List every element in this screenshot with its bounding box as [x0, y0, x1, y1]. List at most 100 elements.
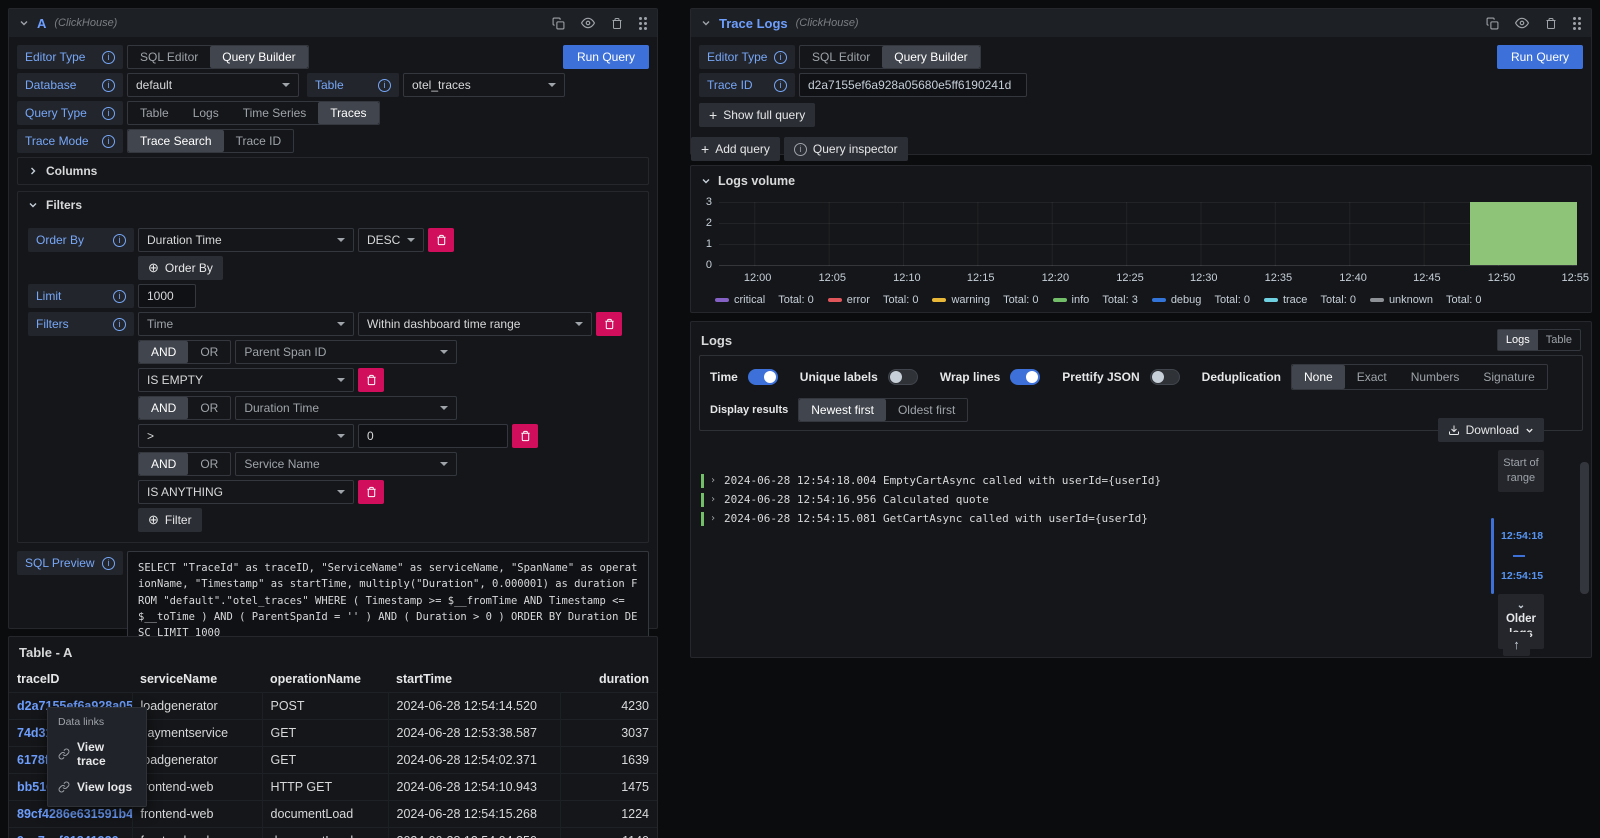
info-icon[interactable]	[102, 107, 115, 120]
wrap-lines-toggle[interactable]	[1010, 369, 1040, 385]
drag-handle-icon[interactable]	[639, 17, 647, 30]
info-icon[interactable]	[102, 79, 115, 92]
table-view-option[interactable]: Table	[1538, 330, 1580, 350]
database-select[interactable]: default	[127, 73, 299, 97]
filter-field-select[interactable]: Service Name	[235, 452, 457, 476]
prettify-json-toggle[interactable]	[1150, 369, 1180, 385]
legend-item[interactable]: debug Total: 0	[1152, 294, 1250, 306]
filters-section-header[interactable]: Filters	[18, 192, 648, 218]
query-builder-option[interactable]: Query Builder	[882, 46, 979, 68]
remove-filter-button[interactable]	[512, 424, 538, 448]
filter-operator-select[interactable]: >	[138, 424, 354, 448]
logs-view-option[interactable]: Logs	[1498, 330, 1538, 350]
drag-handle-icon[interactable]	[1573, 17, 1581, 30]
query-type-timeseries[interactable]: Time Series	[231, 102, 319, 124]
table-select[interactable]: otel_traces	[403, 73, 565, 97]
view-trace-menu-item[interactable]: View trace	[48, 734, 146, 774]
info-logs-bar[interactable]	[1470, 202, 1577, 265]
filter-operator-select[interactable]: IS EMPTY	[138, 368, 354, 392]
info-icon[interactable]	[113, 318, 126, 331]
legend-item[interactable]: warning Total: 0	[932, 294, 1038, 306]
info-icon[interactable]	[378, 79, 391, 92]
column-header[interactable]: traceID	[9, 666, 132, 693]
add-query-button[interactable]: Add query	[691, 137, 780, 161]
time-toggle[interactable]	[748, 369, 778, 385]
expand-chevron-icon[interactable]: ›	[710, 513, 718, 524]
logs-volume-chart[interactable]: 3 2 1 0 12:00 12:05 12:10 12:15 12:20 12…	[719, 202, 1577, 266]
query-type-logs[interactable]: Logs	[181, 102, 231, 124]
and-option[interactable]: AND	[139, 453, 188, 475]
filter-operator-select[interactable]: IS ANYTHING	[138, 480, 354, 504]
oldest-first-option[interactable]: Oldest first	[886, 399, 967, 421]
sql-editor-option[interactable]: SQL Editor	[128, 46, 210, 68]
and-option[interactable]: AND	[139, 341, 188, 363]
show-full-query-button[interactable]: Show full query	[699, 103, 815, 127]
legend-item[interactable]: error Total: 0	[828, 294, 919, 306]
logs-volume-header[interactable]: Logs volume	[691, 166, 1591, 188]
expand-chevron-icon[interactable]: ›	[710, 494, 718, 505]
trash-icon[interactable]	[1545, 17, 1557, 30]
trace-id-option[interactable]: Trace ID	[224, 130, 294, 152]
minimap-scrollbar[interactable]	[1580, 462, 1589, 594]
info-icon[interactable]	[113, 290, 126, 303]
scroll-to-top-button[interactable]: ↑	[1503, 632, 1530, 656]
order-by-field-select[interactable]: Duration Time	[138, 228, 354, 252]
dedup-exact[interactable]: Exact	[1345, 365, 1399, 389]
filter-field-select[interactable]: Parent Span ID	[235, 340, 457, 364]
download-button[interactable]: Download	[1438, 418, 1544, 442]
log-row[interactable]: › 2024-06-28 12:54:18.004 EmptyCartAsync…	[701, 471, 1481, 490]
eye-icon[interactable]	[581, 16, 595, 30]
column-header[interactable]: startTime	[388, 666, 560, 693]
collapse-chevron-icon[interactable]	[19, 18, 29, 28]
sql-editor-option[interactable]: SQL Editor	[800, 46, 882, 68]
column-header[interactable]: operationName	[262, 666, 388, 693]
expand-chevron-icon[interactable]: ›	[710, 475, 718, 486]
remove-filter-button[interactable]	[358, 368, 384, 392]
or-option[interactable]: OR	[188, 341, 230, 363]
or-option[interactable]: OR	[188, 397, 230, 419]
add-filter-button[interactable]: Filter	[138, 508, 202, 532]
copy-icon[interactable]	[552, 17, 565, 30]
view-logs-menu-item[interactable]: View logs	[48, 774, 146, 800]
trash-icon[interactable]	[611, 17, 623, 30]
remove-order-by-button[interactable]	[428, 228, 454, 252]
legend-item[interactable]: critical Total: 0	[715, 294, 814, 306]
run-query-button[interactable]: Run Query	[1497, 45, 1583, 69]
legend-item[interactable]: trace Total: 0	[1264, 294, 1356, 306]
columns-section-header[interactable]: Columns	[18, 158, 648, 184]
order-by-direction-select[interactable]: DESC	[358, 228, 424, 252]
trace-search-option[interactable]: Trace Search	[128, 130, 224, 152]
query-builder-option[interactable]: Query Builder	[210, 46, 307, 68]
copy-icon[interactable]	[1486, 17, 1499, 30]
query-inspector-button[interactable]: Query inspector	[784, 137, 908, 161]
limit-input[interactable]	[138, 284, 196, 308]
filter-field-select[interactable]: Duration Time	[235, 396, 457, 420]
or-option[interactable]: OR	[188, 453, 230, 475]
filter-time-field-select[interactable]: Time	[138, 312, 354, 336]
info-icon[interactable]	[113, 234, 126, 247]
newest-first-option[interactable]: Newest first	[799, 399, 886, 421]
filter-time-range-select[interactable]: Within dashboard time range	[358, 312, 592, 336]
column-header[interactable]: serviceName	[132, 666, 262, 693]
info-icon[interactable]	[102, 135, 115, 148]
add-order-by-button[interactable]: Order By	[138, 256, 223, 280]
log-row[interactable]: › 2024-06-28 12:54:16.956 Calculated quo…	[701, 490, 1481, 509]
trace-id-link[interactable]: 89cf4286e631591b4...	[17, 807, 132, 821]
eye-icon[interactable]	[1515, 16, 1529, 30]
info-icon[interactable]	[774, 79, 787, 92]
trace-id-link[interactable]: 9ae7acf61841926...	[17, 834, 129, 838]
and-option[interactable]: AND	[139, 397, 188, 419]
filter-value-input[interactable]	[358, 424, 508, 448]
info-icon[interactable]	[102, 557, 115, 570]
trace-id-input[interactable]	[799, 73, 1027, 97]
run-query-button[interactable]: Run Query	[563, 45, 649, 69]
unique-labels-toggle[interactable]	[888, 369, 918, 385]
column-header[interactable]: duration	[560, 666, 657, 693]
legend-item[interactable]: info Total: 3	[1053, 294, 1138, 306]
info-icon[interactable]	[102, 51, 115, 64]
legend-item[interactable]: unknown Total: 0	[1370, 294, 1482, 306]
dedup-signature[interactable]: Signature	[1471, 365, 1546, 389]
remove-filter-button[interactable]	[358, 480, 384, 504]
info-icon[interactable]	[774, 51, 787, 64]
collapse-chevron-icon[interactable]	[701, 18, 711, 28]
